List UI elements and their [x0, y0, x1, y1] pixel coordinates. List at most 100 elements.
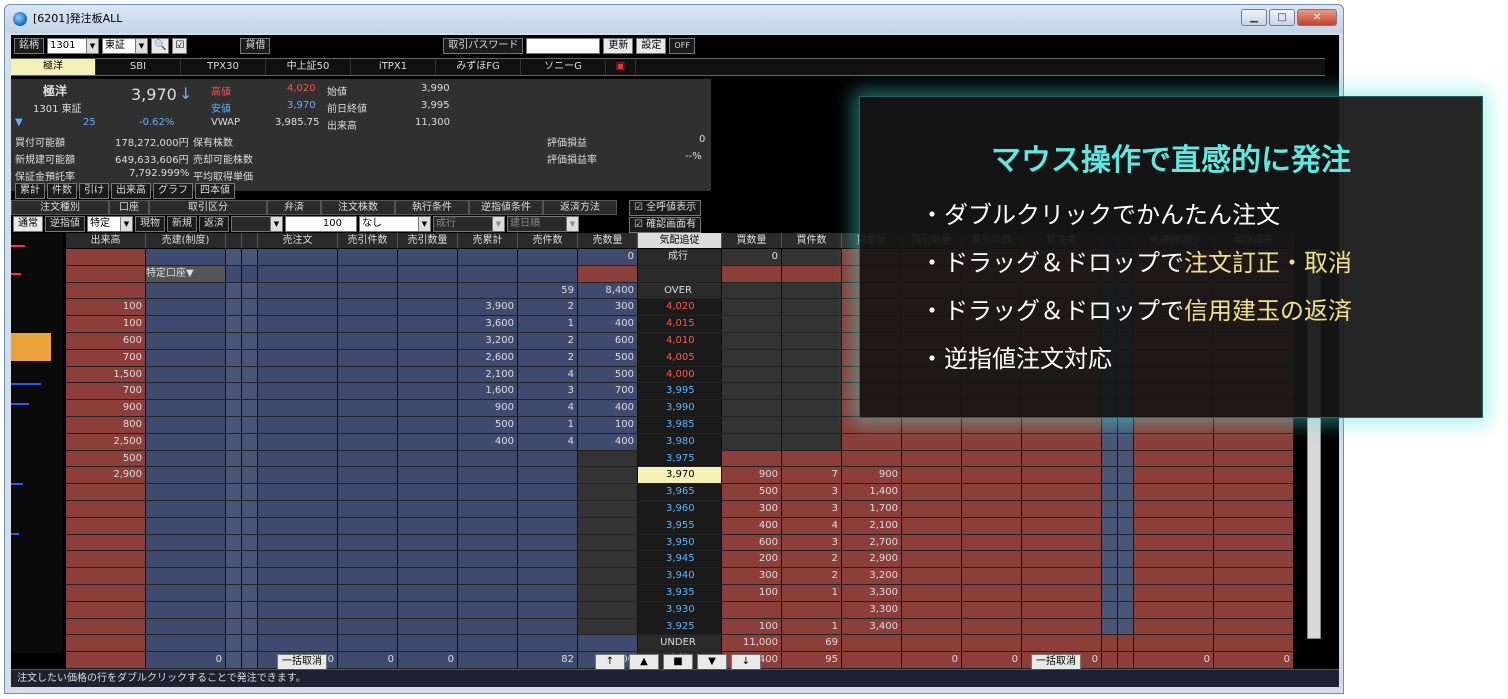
board-cell[interactable] — [1022, 500, 1102, 517]
board-cell[interactable]: 0 — [398, 652, 458, 668]
board-cell[interactable] — [962, 500, 1022, 517]
board-cell[interactable] — [1118, 635, 1134, 652]
board-cell[interactable] — [242, 551, 258, 568]
board-cell[interactable] — [242, 366, 258, 383]
board-cell[interactable] — [782, 349, 842, 366]
board-cell[interactable] — [338, 450, 398, 467]
board-cell[interactable] — [398, 484, 458, 500]
board-cell[interactable] — [578, 584, 638, 601]
board-cell[interactable] — [1118, 551, 1134, 568]
board-cell[interactable] — [258, 500, 338, 517]
board-cell[interactable]: 2,500 — [66, 433, 146, 450]
board-cell[interactable] — [1214, 467, 1294, 484]
board-cell[interactable]: 1 — [782, 584, 842, 601]
board-cell[interactable] — [146, 467, 226, 484]
board-cell[interactable] — [578, 601, 638, 618]
board-cell[interactable] — [458, 450, 518, 467]
price-cell[interactable]: 3,935 — [638, 584, 722, 601]
board-cell[interactable]: 8,400 — [578, 282, 638, 299]
board-cell[interactable]: 700 — [66, 383, 146, 400]
board-cell[interactable] — [338, 332, 398, 349]
board-cell[interactable] — [1102, 568, 1118, 584]
board-cell[interactable] — [1134, 635, 1214, 652]
board-cell[interactable]: 400 — [578, 316, 638, 332]
board-cell[interactable] — [226, 517, 242, 534]
board-cell[interactable]: 4 — [518, 400, 578, 416]
board-cell[interactable] — [578, 484, 638, 500]
price-cell[interactable]: 3,985 — [638, 416, 722, 433]
board-cell[interactable] — [338, 568, 398, 584]
board-cell[interactable]: 0 — [722, 249, 782, 265]
tab-symbol[interactable]: SBI — [96, 59, 181, 75]
board-cell[interactable] — [1214, 618, 1294, 635]
board-cell[interactable]: 400 — [458, 433, 518, 450]
board-cell[interactable] — [1022, 450, 1102, 467]
board-cell[interactable] — [1134, 551, 1214, 568]
board-cell[interactable]: 2 — [518, 332, 578, 349]
board-cell[interactable]: 3 — [782, 534, 842, 551]
board-cell[interactable] — [518, 467, 578, 484]
board-cell[interactable] — [398, 433, 458, 450]
board-cell[interactable] — [66, 282, 146, 299]
board-cell[interactable] — [226, 551, 242, 568]
view-button[interactable]: 引け — [79, 183, 109, 199]
board-cell[interactable] — [782, 332, 842, 349]
board-cell[interactable] — [146, 249, 226, 265]
board-cell[interactable] — [338, 366, 398, 383]
price-cell[interactable]: 4,015 — [638, 316, 722, 332]
board-cell[interactable]: 2,900 — [66, 467, 146, 484]
board-cell[interactable] — [338, 349, 398, 366]
board-cell[interactable] — [258, 416, 338, 433]
board-cell[interactable] — [962, 635, 1022, 652]
table-row[interactable]: 800 500 1 100 3,985 — [66, 416, 1294, 434]
board-cell[interactable] — [226, 584, 242, 601]
board-cell[interactable]: 2,600 — [458, 349, 518, 366]
board-cell[interactable] — [258, 249, 338, 265]
board-cell[interactable] — [962, 568, 1022, 584]
board-cell[interactable] — [226, 601, 242, 618]
board-cell[interactable] — [782, 400, 842, 416]
board-cell[interactable] — [1118, 601, 1134, 618]
board-cell[interactable] — [1022, 635, 1102, 652]
board-cell[interactable] — [458, 534, 518, 551]
board-cell[interactable] — [962, 584, 1022, 601]
refresh-button[interactable]: 更新 — [603, 38, 634, 54]
board-cell[interactable] — [242, 635, 258, 652]
board-cell[interactable] — [1102, 618, 1118, 635]
board-cell[interactable] — [722, 282, 782, 299]
board-cell[interactable] — [1102, 467, 1118, 484]
board-cell[interactable] — [146, 316, 226, 332]
board-cell[interactable] — [338, 400, 398, 416]
board-cell[interactable] — [338, 467, 398, 484]
board-cell[interactable] — [258, 534, 338, 551]
board-cell[interactable] — [458, 249, 518, 265]
board-cell[interactable]: 500 — [458, 416, 518, 433]
board-cell[interactable] — [242, 517, 258, 534]
price-cell[interactable]: 3,970安 — [638, 467, 722, 484]
board-cell[interactable] — [226, 500, 242, 517]
price-cell[interactable]: 4,020高 — [638, 299, 722, 316]
board-cell[interactable] — [398, 534, 458, 551]
board-cell[interactable] — [1022, 551, 1102, 568]
board-cell[interactable] — [1214, 584, 1294, 601]
board-cell[interactable]: 1 — [782, 618, 842, 635]
nav-down-button[interactable]: ▼ — [697, 654, 727, 670]
board-cell[interactable] — [146, 568, 226, 584]
board-cell[interactable] — [1022, 584, 1102, 601]
board-cell[interactable] — [722, 349, 782, 366]
board-cell[interactable] — [338, 551, 398, 568]
price-cell[interactable]: 3,945 — [638, 551, 722, 568]
board-cell[interactable] — [146, 366, 226, 383]
board-cell[interactable] — [902, 467, 962, 484]
off-toggle[interactable]: OFF — [669, 38, 695, 54]
board-cell[interactable] — [1118, 618, 1134, 635]
table-row[interactable]: 2,9003,970安9007900 — [66, 467, 1294, 485]
board-cell[interactable] — [1214, 500, 1294, 517]
board-cell[interactable] — [1118, 584, 1134, 601]
board-cell[interactable] — [518, 534, 578, 551]
board-cell[interactable] — [1022, 467, 1102, 484]
board-cell[interactable] — [258, 332, 338, 349]
board-cell[interactable] — [1134, 416, 1214, 433]
board-cell[interactable]: 400 — [722, 517, 782, 534]
board-cell[interactable] — [226, 299, 242, 316]
